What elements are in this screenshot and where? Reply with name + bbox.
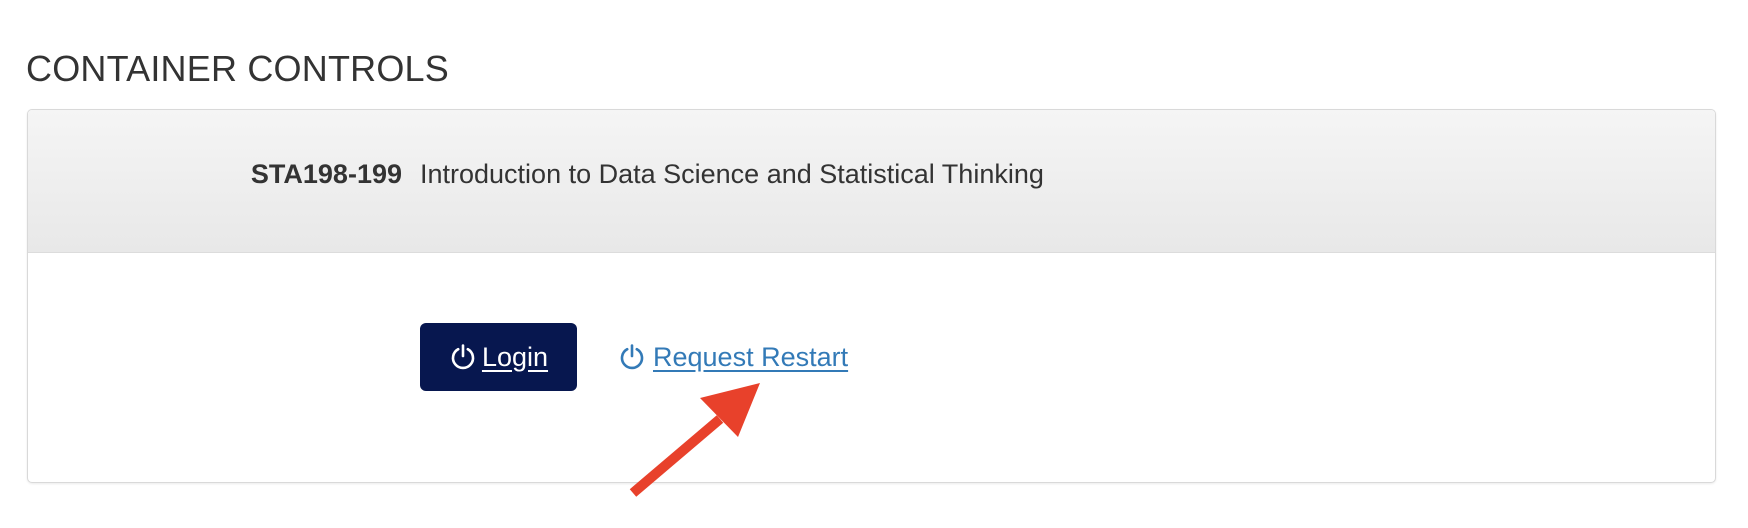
container-panel: STA198-199 Introduction to Data Science …	[27, 109, 1716, 483]
request-restart-label: Request Restart	[653, 341, 849, 372]
power-icon	[618, 343, 646, 371]
section-title: CONTAINER CONTROLS	[26, 48, 449, 89]
login-button[interactable]: Login	[420, 323, 577, 391]
course-code: STA198-199	[250, 159, 402, 189]
power-icon	[449, 343, 477, 371]
request-restart-link[interactable]: Request Restart	[618, 333, 848, 381]
login-button-label: Login	[481, 341, 549, 372]
course-name: Introduction to Data Science and Statist…	[420, 159, 1044, 189]
panel-header: STA198-199 Introduction to Data Science …	[28, 110, 1715, 253]
